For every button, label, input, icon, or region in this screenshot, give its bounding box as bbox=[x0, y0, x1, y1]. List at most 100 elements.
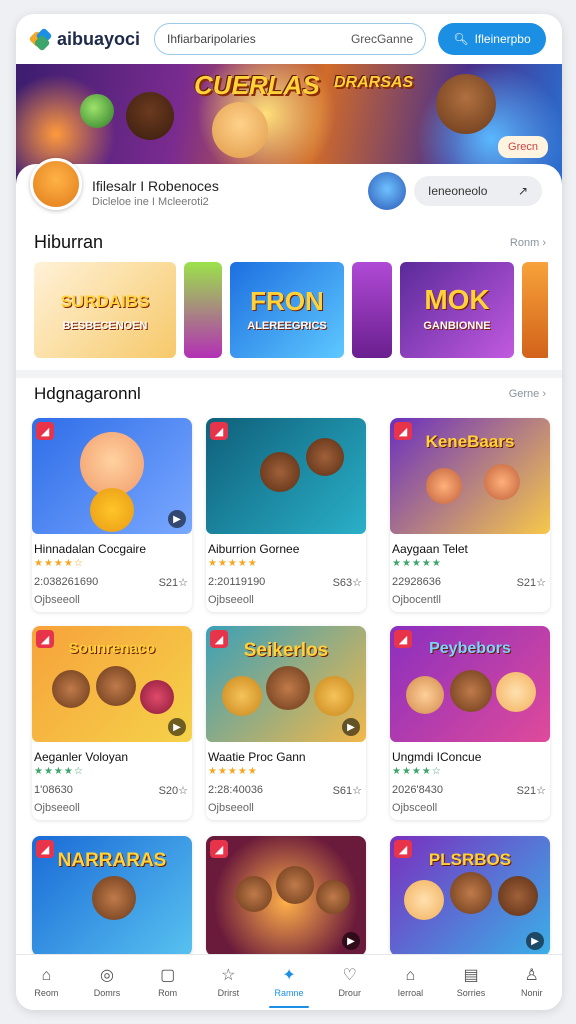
play-icon[interactable]: ▶ bbox=[168, 718, 186, 736]
game-card[interactable]: Peybebors ◢ Ungmdi IConcue ★★★★☆ 2026'84… bbox=[390, 626, 550, 820]
character-figure bbox=[212, 102, 268, 158]
featured-strip[interactable]: SURDAIBS BESBECENOEN FRON ALEREEGRICS MO… bbox=[34, 262, 548, 358]
nav-item-compass[interactable]: ◎ Domrs bbox=[77, 955, 138, 1010]
game-thumbnail[interactable]: Sounrenaco ◢ ▶ bbox=[32, 626, 192, 742]
hero-chip[interactable]: Grecn bbox=[498, 136, 548, 158]
section-title: Hdgnagaronnl bbox=[34, 384, 141, 403]
game-thumbnail[interactable]: ◢ bbox=[206, 418, 366, 534]
play-icon[interactable]: ▶ bbox=[526, 932, 544, 950]
star-icon: ☆ bbox=[221, 966, 236, 984]
nav-item-star[interactable]: ☆ Drirst bbox=[198, 955, 259, 1010]
game-name: Aiburrion Gornee bbox=[208, 542, 300, 556]
nav-item-game[interactable]: ✦ Ramne bbox=[259, 955, 320, 1010]
section-link[interactable]: Gerne › bbox=[509, 388, 546, 400]
character-figure bbox=[52, 670, 90, 708]
game-thumbnail[interactable]: NARRARAS ◢ bbox=[32, 836, 192, 956]
character-figure bbox=[276, 866, 314, 904]
character-figure bbox=[406, 676, 444, 714]
character-figure bbox=[314, 676, 354, 716]
game-card[interactable]: ◢ Aiburrion Gornee ★★★★★ 2:20119190 S63☆ … bbox=[206, 418, 366, 612]
game-card[interactable]: ◢ ▶ bbox=[206, 836, 366, 956]
thumb-title: Seikerlos bbox=[243, 640, 329, 661]
home-icon: ⌂ bbox=[41, 966, 52, 984]
search-input[interactable]: Ihfiarbaripolaries GrecGanne bbox=[154, 23, 426, 55]
character-figure bbox=[140, 680, 174, 714]
mini-avatar[interactable] bbox=[368, 172, 406, 210]
compass-icon: ◎ bbox=[100, 966, 114, 984]
character-figure bbox=[484, 464, 520, 500]
character-figure bbox=[260, 452, 300, 492]
app-window: aibuayoci Ihfiarbaripolaries GrecGanne 🔍… bbox=[16, 14, 562, 1010]
nav-item-store[interactable]: ⌂ Ierroal bbox=[380, 955, 441, 1010]
game-thumbnail[interactable]: KeneBaars ◢ bbox=[390, 418, 550, 534]
nav-item-tablet[interactable]: ▢ Rom bbox=[137, 955, 198, 1010]
game-meta: 2:20119190 S63☆ bbox=[208, 576, 362, 589]
game-footer: Ojbsceoll bbox=[392, 802, 438, 814]
tile-title: FRON bbox=[250, 286, 324, 316]
strip-tile[interactable]: FRON ALEREEGRICS bbox=[230, 262, 344, 358]
character-figure bbox=[266, 666, 310, 710]
library-icon: ▤ bbox=[463, 966, 479, 984]
character-figure bbox=[404, 880, 444, 920]
game-thumbnail[interactable]: Seikerlos ◢ ▶ bbox=[206, 626, 366, 742]
strip-tile[interactable] bbox=[352, 262, 392, 358]
signin-label: Ifleinerpbo bbox=[474, 32, 531, 46]
tile-subtitle: ALEREEGRICS bbox=[247, 320, 327, 332]
play-icon[interactable]: ▶ bbox=[342, 718, 360, 736]
tile-subtitle: GANBIONNE bbox=[423, 320, 491, 332]
section-link[interactable]: Ronm › bbox=[510, 237, 546, 249]
nav-item-profile[interactable]: ♙ Nonir bbox=[501, 955, 562, 1010]
game-name: Ungmdi IConcue bbox=[392, 750, 482, 764]
game-card[interactable]: Seikerlos ◢ ▶ Waatie Proc Gann ★★★★★ 2:2… bbox=[206, 626, 366, 820]
badge-icon: ◢ bbox=[394, 840, 412, 858]
badge-icon: ◢ bbox=[210, 422, 228, 440]
profile-bar: Ifilesalr I Robenoces Dicleloe ine I Mcl… bbox=[16, 158, 562, 224]
game-card[interactable]: KeneBaars ◢ Aaygaan Telet ★★★★★ 22928636… bbox=[390, 418, 550, 612]
character-figure bbox=[90, 488, 134, 532]
nav-item-home[interactable]: ⌂ Reom bbox=[16, 955, 77, 1010]
character-figure bbox=[450, 670, 492, 712]
avatar[interactable] bbox=[30, 158, 82, 210]
game-thumbnail[interactable]: PLSRBOS ◢ ▶ bbox=[390, 836, 550, 956]
arrow-icon: ↗ bbox=[517, 184, 528, 198]
signin-button[interactable]: 🔍︎ Ifleinerpbo bbox=[438, 23, 546, 55]
strip-tile[interactable]: MOK GANBIONNE bbox=[400, 262, 514, 358]
top-bar: aibuayoci Ihfiarbaripolaries GrecGanne 🔍… bbox=[16, 14, 562, 64]
game-footer: Ojbseeoll bbox=[208, 594, 254, 606]
game-footer: Ojbocentll bbox=[392, 594, 441, 606]
search-right-text: GrecGanne bbox=[350, 32, 413, 46]
profile-subtitle: Dicleloe ine I Mcleeroti2 bbox=[92, 196, 209, 208]
play-icon[interactable]: ▶ bbox=[168, 510, 186, 528]
game-thumbnail[interactable]: ◢ ▶ bbox=[206, 836, 366, 956]
game-name: Aaygaan Telet bbox=[392, 542, 468, 556]
game-footer: Ojbseeoll bbox=[34, 802, 80, 814]
game-meta: 2:038261690 S21☆ bbox=[34, 576, 188, 589]
follow-label: Ieneoneolo bbox=[428, 184, 488, 198]
nav-item-library[interactable]: ▤ Sorries bbox=[441, 955, 502, 1010]
logo-mark-icon bbox=[28, 27, 53, 52]
game-card[interactable]: NARRARAS ◢ bbox=[32, 836, 192, 956]
bottom-nav: ⌂ Reom ◎ Domrs ▢ Rom ☆ Drirst ✦ Ramne ♡ … bbox=[16, 954, 562, 1010]
game-thumbnail[interactable]: Peybebors ◢ bbox=[390, 626, 550, 742]
follow-button[interactable]: Ieneoneolo ↗ bbox=[414, 176, 542, 206]
character-figure bbox=[316, 880, 350, 914]
app-logo[interactable]: aibuayoci bbox=[28, 27, 154, 52]
strip-tile[interactable] bbox=[522, 262, 548, 358]
character-figure bbox=[426, 468, 462, 504]
character-figure bbox=[236, 876, 272, 912]
heart-icon: ♡ bbox=[342, 966, 357, 984]
strip-tile[interactable] bbox=[184, 262, 222, 358]
game-card[interactable]: ◢ ▶ Hinnadalan Cocgaire ★★★★☆ 2:03826169… bbox=[32, 418, 192, 612]
play-icon[interactable]: ▶ bbox=[342, 932, 360, 950]
search-icon: 🔍︎ bbox=[453, 32, 469, 46]
rating-stars: ★★★★☆ bbox=[34, 766, 84, 777]
game-card[interactable]: Sounrenaco ◢ ▶ Aeganler Voloyan ★★★★☆ 1'… bbox=[32, 626, 192, 820]
store-icon: ⌂ bbox=[405, 966, 416, 984]
rating-stars: ★★★★★ bbox=[208, 558, 258, 569]
game-card[interactable]: PLSRBOS ◢ ▶ bbox=[390, 836, 550, 956]
game-thumbnail[interactable]: ◢ ▶ bbox=[32, 418, 192, 534]
strip-tile[interactable]: SURDAIBS BESBECENOEN bbox=[34, 262, 176, 358]
nav-item-heart[interactable]: ♡ Drour bbox=[319, 955, 380, 1010]
rating-stars: ★★★★☆ bbox=[392, 766, 442, 777]
character-figure bbox=[222, 676, 262, 716]
